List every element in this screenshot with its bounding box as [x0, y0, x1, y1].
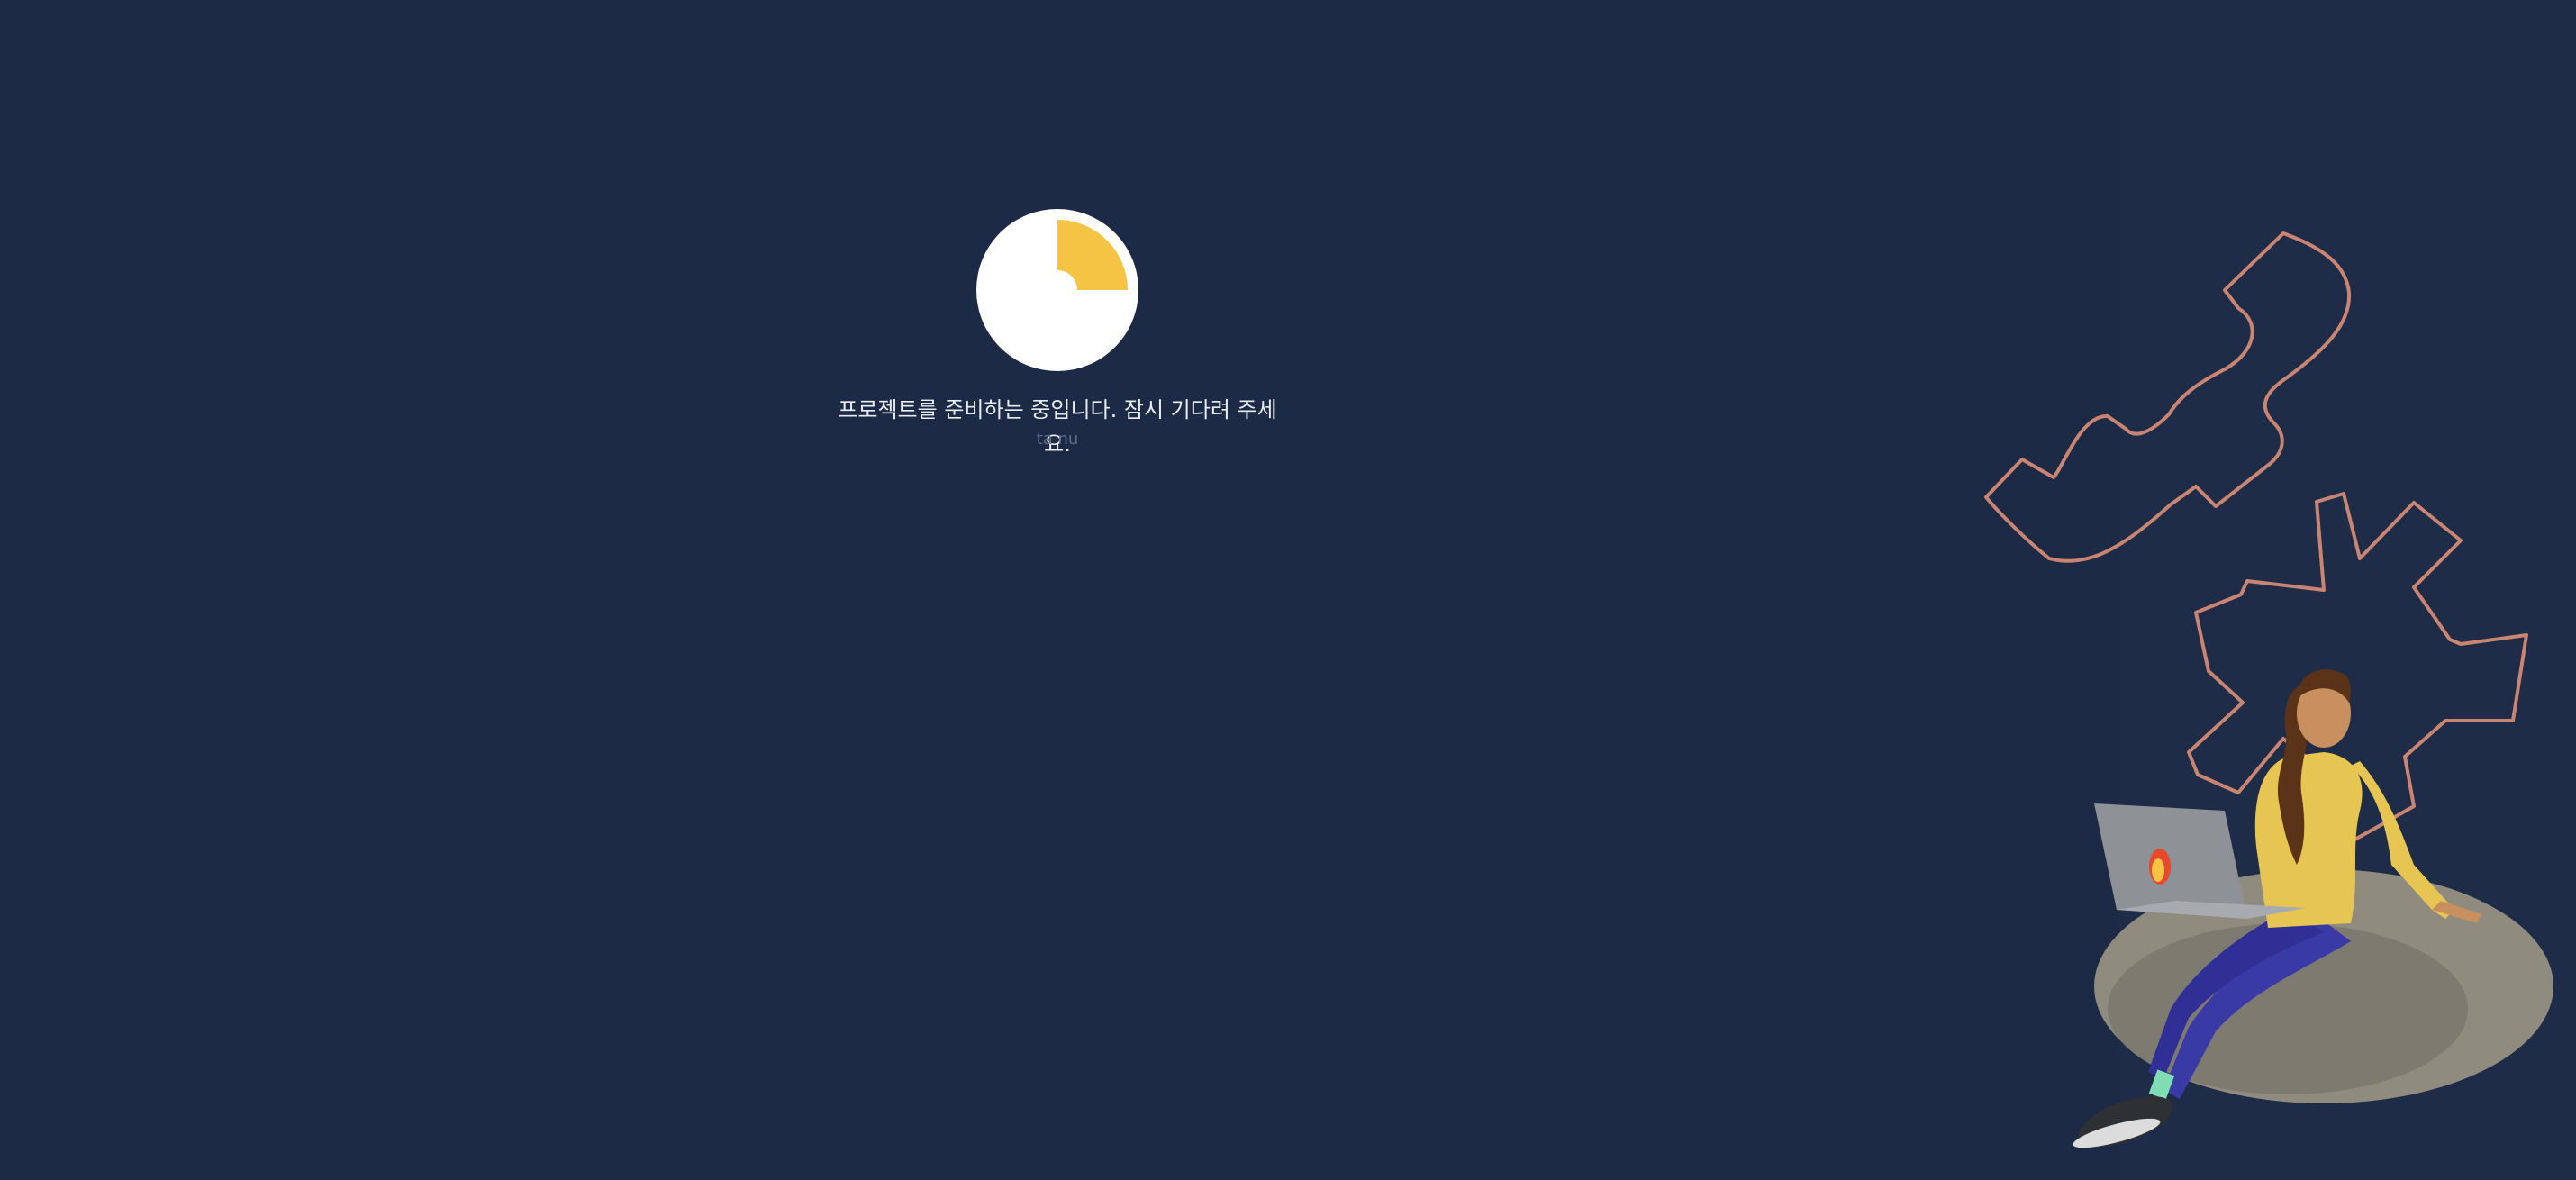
- person-torso: [2254, 752, 2363, 928]
- loading-spinner-icon: [976, 209, 1138, 371]
- loading-message: 프로젝트를 준비하는 중입니다. 잠시 기다려 주세요.: [838, 397, 1277, 457]
- decorative-outline-shapes: [1984, 231, 2528, 849]
- outline-wave-shape: [1984, 231, 2352, 563]
- loading-page: 프로젝트를 준비하는 중입니다. 잠시 기다려 주세요. ta nu: [0, 0, 2576, 1180]
- loader-area: 프로젝트를 준비하는 중입니다. 잠시 기다려 주세요. ta nu: [0, 0, 2116, 1180]
- faint-label: ta nu: [1036, 430, 1079, 449]
- person-on-beanbag-with-laptop-illustration-icon: [1984, 231, 2553, 1148]
